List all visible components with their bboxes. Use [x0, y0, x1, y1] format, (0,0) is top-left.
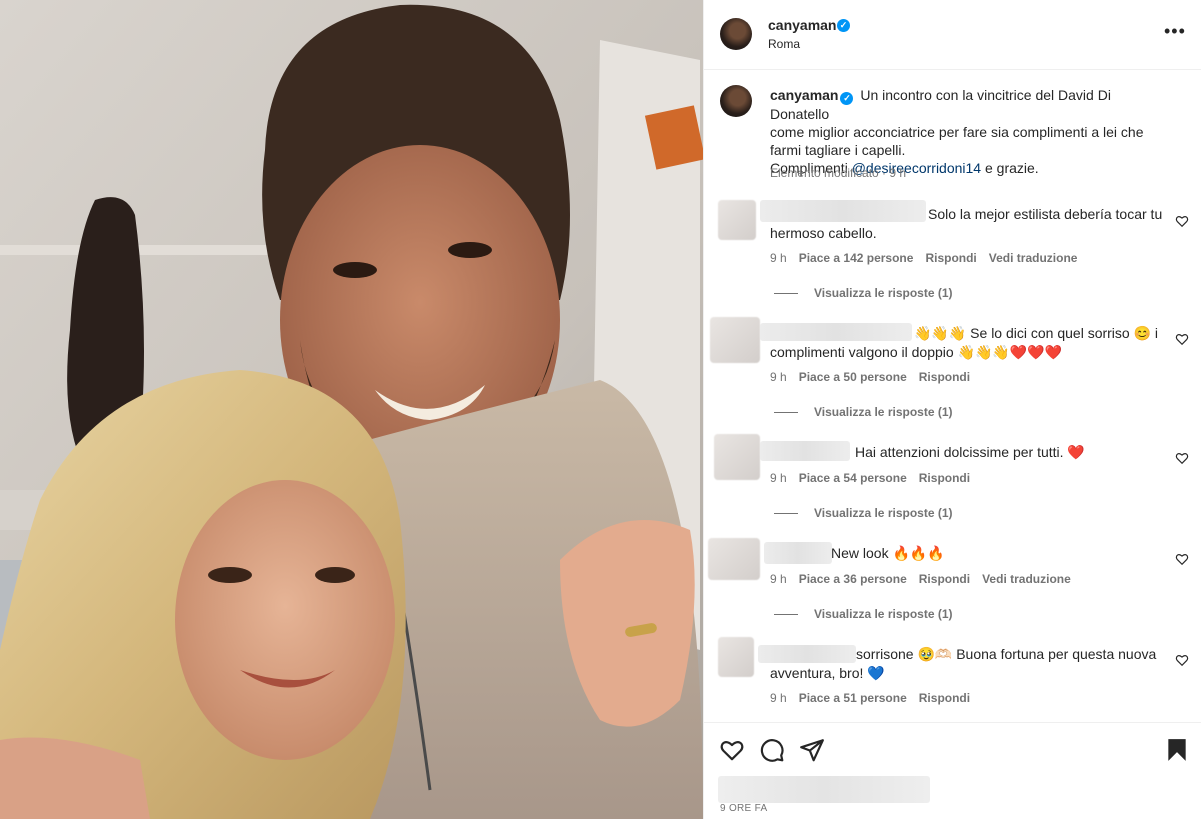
comment-text: Solo la mejor estilista debería tocar tu… — [770, 206, 1163, 241]
bookmark-icon[interactable] — [1164, 737, 1190, 763]
comment-likes[interactable]: Piace a 54 persone — [799, 471, 907, 485]
view-replies-label: Visualizza le risposte (1) — [814, 506, 953, 520]
comment-time: 9 h — [770, 370, 787, 384]
comment-likes[interactable]: Piace a 51 persone — [799, 691, 907, 705]
comment-reply-button[interactable]: Rispondi — [919, 572, 970, 586]
comment-time: 9 h — [770, 691, 787, 705]
caption-meta: Elemento modificato · 9 h — [770, 166, 907, 180]
comment-avatar[interactable] — [708, 538, 760, 580]
comment-likes[interactable]: Piace a 36 persone — [799, 572, 907, 586]
post-time-ago[interactable]: 9 ORE FA — [720, 803, 767, 814]
comment-time: 9 h — [770, 471, 787, 485]
comment-text: 👋👋👋 Se lo dici con quel sorriso 😊 i comp… — [770, 325, 1159, 360]
replies-line — [774, 412, 798, 414]
comment-meta: 9 h Piace a 54 persone Rispondi — [770, 471, 982, 485]
view-replies-label: Visualizza le risposte (1) — [814, 286, 953, 300]
comment-avatar[interactable] — [718, 200, 756, 240]
comment-heart-icon[interactable] — [1175, 552, 1189, 566]
post-header: canyaman ✓ Roma ••• — [704, 0, 1201, 70]
comment-icon[interactable] — [759, 737, 785, 763]
caption-line-4-suffix: e grazie. — [981, 160, 1039, 176]
verified-badge-icon: ✓ — [840, 92, 854, 105]
comment-heart-icon[interactable] — [1175, 332, 1189, 346]
replies-line — [774, 513, 798, 515]
post-caption: canyaman ✓ Un incontro con la vincitrice … — [770, 86, 1170, 177]
comment-translate-button[interactable]: Vedi traduzione — [989, 251, 1078, 265]
caption-line-3: farmi tagliare i capelli. — [770, 142, 906, 158]
comment-avatar[interactable] — [710, 317, 760, 363]
author-username[interactable]: canyaman — [768, 17, 836, 33]
comment-meta: 9 h Piace a 51 persone Rispondi — [770, 691, 982, 705]
comment-reply-button[interactable]: Rispondi — [919, 370, 970, 384]
replies-line — [774, 293, 798, 295]
more-dots-icon[interactable]: ••• — [1164, 22, 1188, 44]
comment-translate-button[interactable]: Vedi traduzione — [982, 572, 1071, 586]
post-side-panel: canyaman ✓ Roma ••• canyaman ✓ Un incontr… — [703, 0, 1201, 819]
comment-time: 9 h — [770, 251, 787, 265]
comment-time: 9 h — [770, 572, 787, 586]
comment-heart-icon[interactable] — [1175, 451, 1189, 465]
comment-avatar[interactable] — [718, 637, 754, 677]
comment-reply-button[interactable]: Rispondi — [919, 691, 970, 705]
view-replies-button[interactable]: Visualizza le risposte (1) — [774, 607, 953, 621]
comment-likes[interactable]: Piace a 142 persone — [799, 251, 914, 265]
view-replies-button[interactable]: Visualizza le risposte (1) — [774, 286, 953, 300]
likes-count-redacted[interactable] — [718, 776, 930, 803]
comment-likes[interactable]: Piace a 50 persone — [799, 370, 907, 384]
post-action-bar: 9 ORE FA — [704, 722, 1201, 819]
post-location[interactable]: Roma — [768, 37, 800, 51]
share-icon[interactable] — [799, 737, 825, 763]
comment-meta: 9 h Piace a 50 persone Rispondi — [770, 370, 982, 384]
comment-text: Hai attenzioni dolcissime per tutti. ❤️ — [855, 444, 1085, 460]
verified-badge-icon: ✓ — [837, 19, 850, 32]
view-replies-button[interactable]: Visualizza le risposte (1) — [774, 405, 953, 419]
comment-text: New look 🔥🔥🔥 — [831, 545, 945, 561]
post-photo — [0, 0, 703, 819]
comment-meta: 9 h Piace a 142 persone Rispondi Vedi tradu… — [770, 251, 1089, 265]
post-image-illustration — [0, 0, 703, 819]
caption-line-2: come miglior acconciatrice per fare sia … — [770, 124, 1144, 140]
comment-text: sorrisone 🥹🫶🏻 Buona fortuna per questa n… — [770, 646, 1157, 681]
comment-heart-icon[interactable] — [1175, 653, 1189, 667]
view-replies-button[interactable]: Visualizza le risposte (1) — [774, 506, 953, 520]
heart-icon[interactable] — [719, 737, 745, 763]
comment-meta: 9 h Piace a 36 persone Rispondi Vedi traduz… — [770, 572, 1083, 586]
view-replies-label: Visualizza le risposte (1) — [814, 405, 953, 419]
comment-reply-button[interactable]: Rispondi — [919, 471, 970, 485]
replies-line — [774, 614, 798, 616]
comment-avatar[interactable] — [714, 434, 760, 480]
comment-reply-button[interactable]: Rispondi — [925, 251, 976, 265]
comment-heart-icon[interactable] — [1175, 214, 1189, 228]
caption-username[interactable]: canyaman — [770, 87, 838, 103]
caption-author-avatar[interactable] — [720, 85, 752, 117]
view-replies-label: Visualizza le risposte (1) — [814, 607, 953, 621]
author-avatar[interactable] — [720, 18, 752, 50]
